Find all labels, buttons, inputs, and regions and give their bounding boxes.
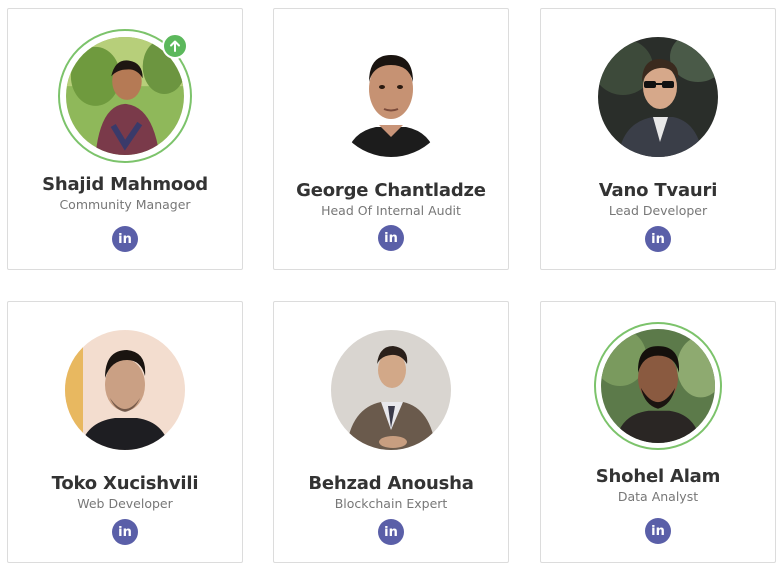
- avatar: [331, 37, 451, 157]
- avatar-wrapper: [65, 330, 185, 450]
- linkedin-icon[interactable]: in: [378, 519, 404, 545]
- member-name: Shohel Alam: [595, 466, 721, 487]
- avatar: [601, 329, 715, 443]
- avatar-wrapper: [58, 29, 192, 163]
- team-card: Shohel Alam Data Analyst in: [540, 301, 776, 563]
- member-role: Blockchain Expert: [334, 496, 448, 511]
- team-card: Vano Tvauri Lead Developer in: [540, 8, 776, 270]
- member-role: Community Manager: [59, 197, 191, 212]
- avatar: [598, 37, 718, 157]
- team-card: Shajid Mahmood Community Manager in: [7, 8, 243, 270]
- avatar-wrapper: [594, 322, 722, 450]
- team-card: Toko Xucishvili Web Developer in: [7, 301, 243, 563]
- avatar-wrapper: [331, 37, 451, 157]
- linkedin-icon[interactable]: in: [112, 519, 138, 545]
- member-role: Head Of Internal Audit: [321, 203, 461, 218]
- avatar-highlight-ring: [58, 29, 192, 163]
- avatar-wrapper: [331, 330, 451, 450]
- member-name: Behzad Anousha: [308, 473, 474, 494]
- avatar: [65, 330, 185, 450]
- team-card: Behzad Anousha Blockchain Expert in: [273, 301, 509, 563]
- linkedin-icon[interactable]: in: [112, 226, 138, 252]
- avatar-wrapper: [598, 37, 718, 157]
- linkedin-icon[interactable]: in: [645, 518, 671, 544]
- member-name: George Chantladze: [296, 180, 486, 201]
- avatar-highlight-ring: [594, 322, 722, 450]
- linkedin-icon[interactable]: in: [645, 226, 671, 252]
- member-role: Web Developer: [77, 496, 173, 511]
- linkedin-icon[interactable]: in: [378, 225, 404, 251]
- avatar: [331, 330, 451, 450]
- member-name: Vano Tvauri: [598, 180, 718, 201]
- arrow-up-icon[interactable]: [162, 33, 188, 59]
- member-name: Shajid Mahmood: [42, 174, 208, 195]
- member-role: Lead Developer: [608, 203, 708, 218]
- member-role: Data Analyst: [617, 489, 699, 504]
- member-name: Toko Xucishvili: [51, 473, 199, 494]
